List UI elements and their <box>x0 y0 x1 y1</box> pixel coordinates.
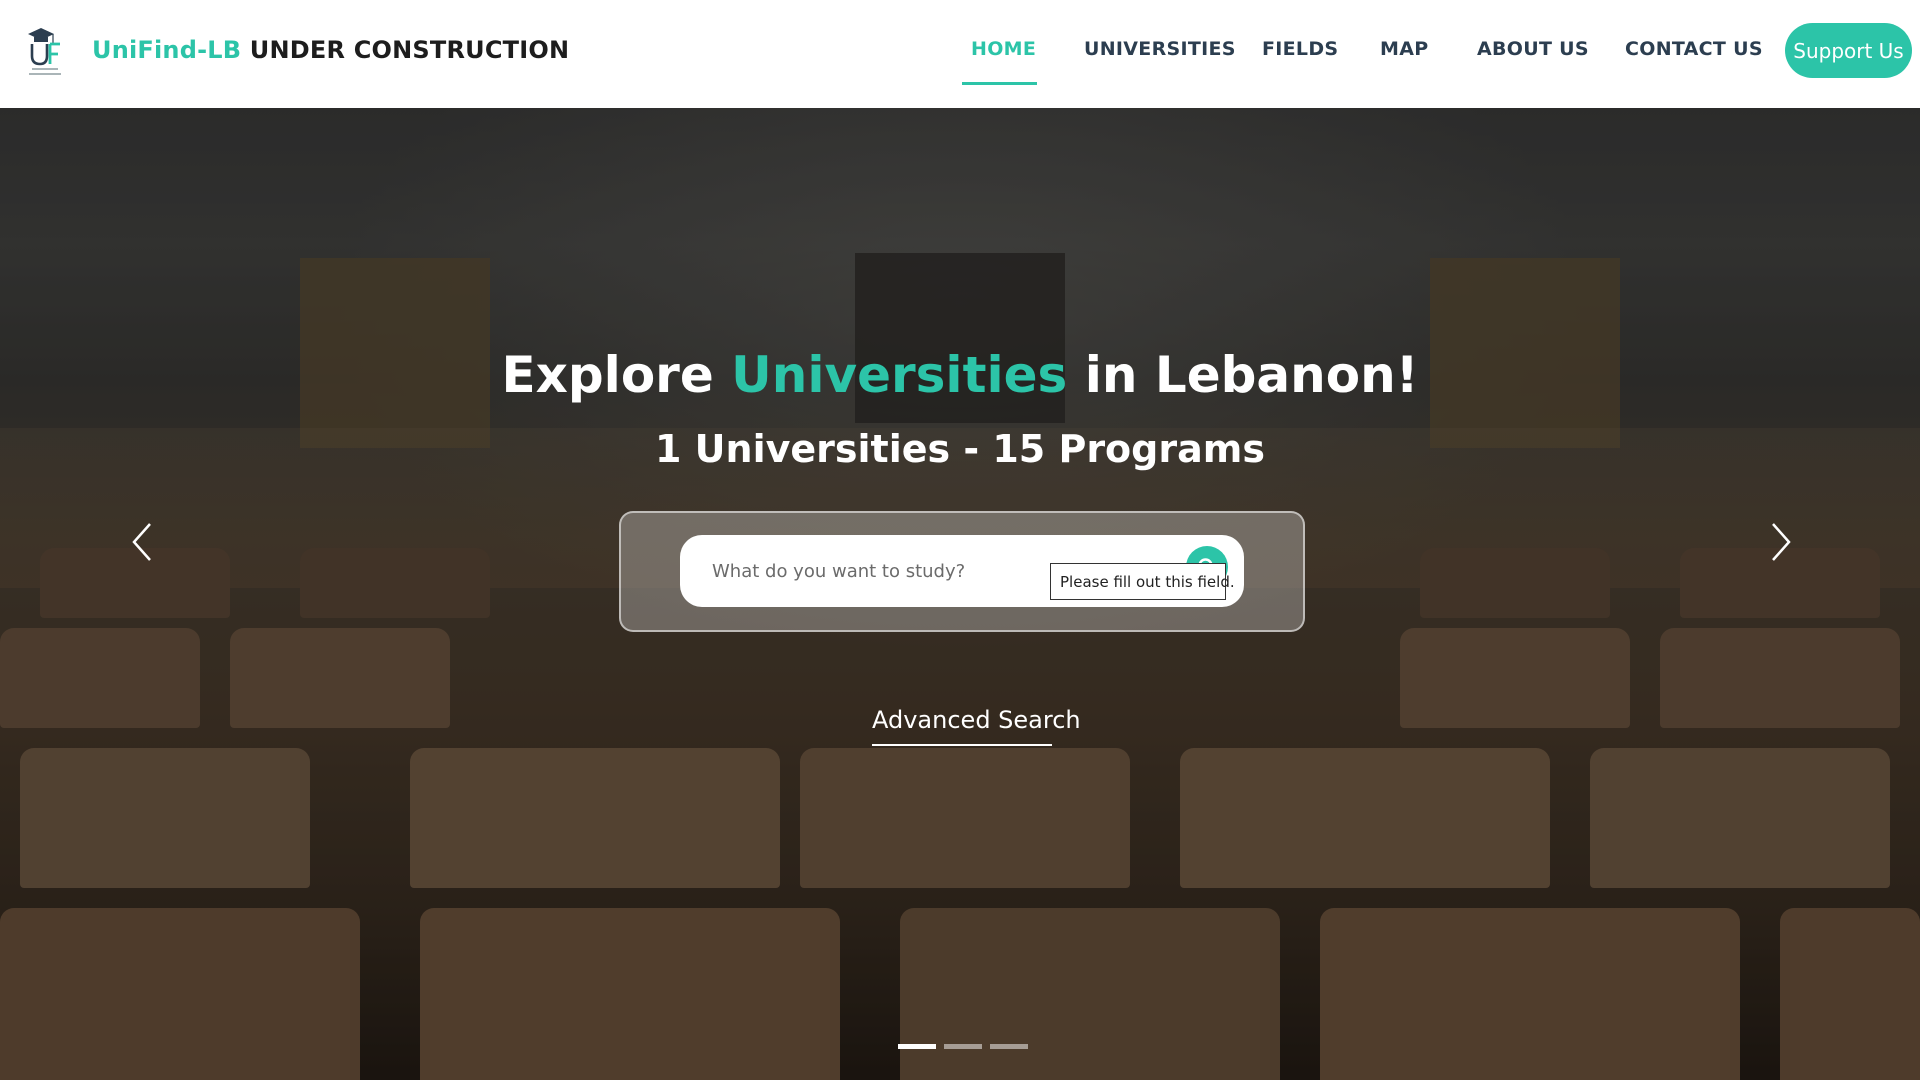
carousel-next-button[interactable] <box>1761 512 1801 572</box>
carousel-indicators <box>898 1044 1028 1050</box>
carousel-indicator-2[interactable] <box>944 1044 982 1049</box>
chevron-left-icon <box>132 523 151 561</box>
search-input[interactable] <box>712 553 1032 589</box>
nav-item-home[interactable]: HOME <box>971 38 1036 60</box>
carousel-indicator-1[interactable] <box>898 1044 936 1049</box>
nav-active-underline <box>962 82 1037 85</box>
advanced-search-link[interactable]: Advanced Search <box>872 706 1081 746</box>
nav-item-universities[interactable]: UNIVERSITIES <box>1084 38 1236 60</box>
nav-item-about-us[interactable]: ABOUT US <box>1477 38 1589 60</box>
site-header: UniFind-LB UNDER CONSTRUCTION HOME UNIVE… <box>0 0 1920 108</box>
validation-tooltip: Please fill out this field. <box>1050 563 1235 600</box>
chevron-right-icon <box>1772 523 1791 561</box>
nav-item-fields[interactable]: FIELDS <box>1262 38 1338 60</box>
carousel-prev-button[interactable] <box>122 512 162 572</box>
hero-title: Explore Universities in Lebanon! <box>0 346 1920 404</box>
nav-item-contact-us[interactable]: CONTACT US <box>1625 38 1763 60</box>
hero-subtitle: 1 Universities - 15 Programs <box>655 427 1265 471</box>
support-us-button[interactable]: Support Us <box>1785 23 1912 78</box>
main-nav: HOME UNIVERSITIES FIELDS MAP ABOUT US CO… <box>0 38 1920 78</box>
carousel-indicator-3[interactable] <box>990 1044 1028 1049</box>
hero-title-pre: Explore <box>501 346 714 404</box>
nav-item-map[interactable]: MAP <box>1380 38 1428 60</box>
hero-title-post: in Lebanon! <box>1084 346 1419 404</box>
hero-title-accent: Universities <box>731 346 1068 404</box>
